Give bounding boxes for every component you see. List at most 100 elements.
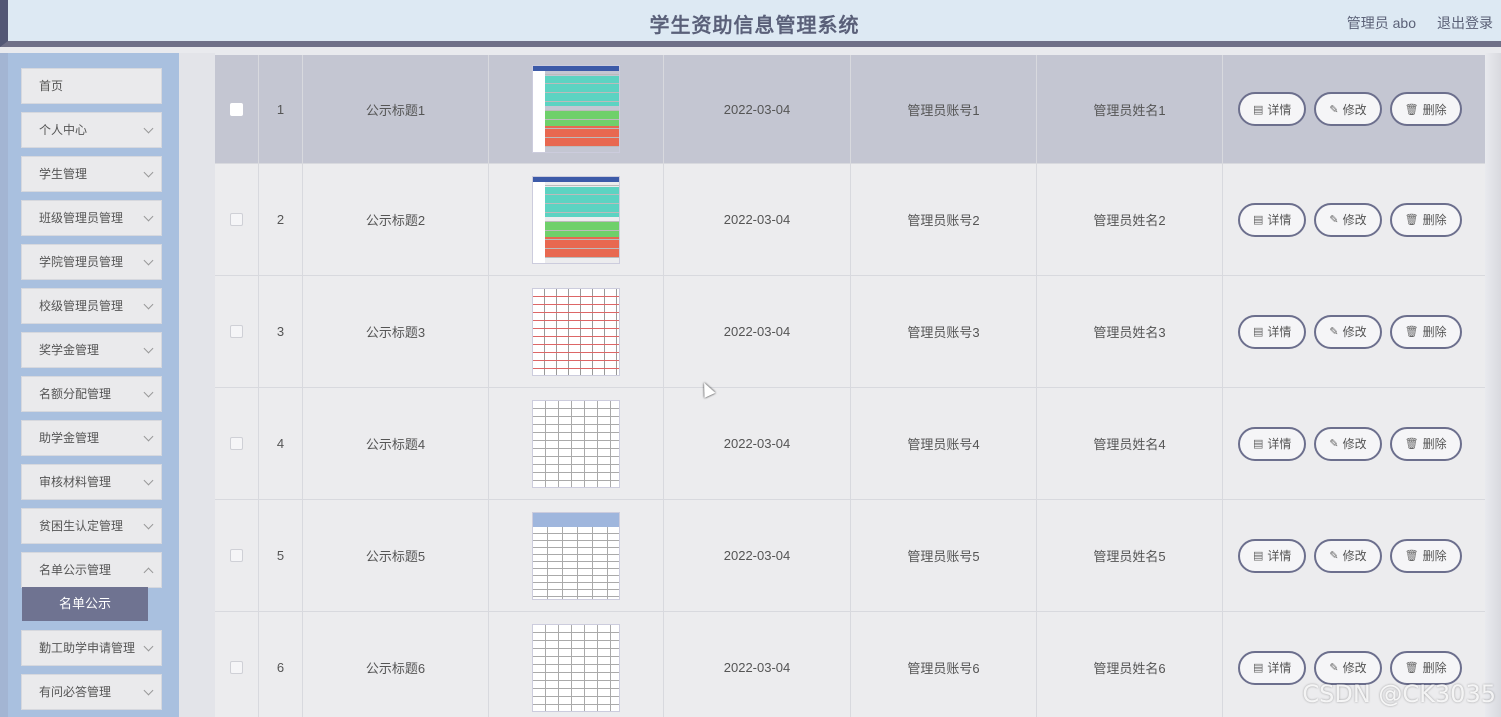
document-icon: ▤ xyxy=(1253,326,1264,338)
row-index: 3 xyxy=(259,276,303,387)
pencil-icon: ✎ xyxy=(1329,438,1339,450)
row-actions: ▤ 详情 ✎ 修改 🗑 删除 xyxy=(1223,500,1485,611)
image-cell xyxy=(489,55,664,163)
edit-button[interactable]: ✎ 修改 xyxy=(1314,538,1382,573)
edit-button[interactable]: ✎ 修改 xyxy=(1314,426,1382,461)
delete-button[interactable]: 🗑 删除 xyxy=(1389,314,1462,349)
row-date: 2022-03-04 xyxy=(664,276,851,387)
trash-icon: 🗑 xyxy=(1404,438,1419,450)
thumbnail-image[interactable] xyxy=(532,175,620,264)
sidebar-item-home[interactable]: 首页 xyxy=(21,68,162,104)
detail-button[interactable]: ▤ 详情 xyxy=(1238,650,1307,685)
logout-link[interactable]: 退出登录 xyxy=(1437,13,1493,33)
checkbox-cell xyxy=(215,164,259,275)
sidebar-subitem-public-list[interactable]: 名单公示 xyxy=(22,587,148,621)
sidebar-item-label: 勤工助学申请管理 xyxy=(39,641,136,655)
sidebar-item-public-list[interactable]: 名单公示管理 xyxy=(21,552,162,588)
delete-button[interactable]: 🗑 删除 xyxy=(1389,202,1462,237)
detail-button[interactable]: ▤ 详情 xyxy=(1238,202,1307,237)
pencil-icon: ✎ xyxy=(1329,550,1339,562)
sidebar-item-grants[interactable]: 助学金管理 xyxy=(21,420,162,456)
detail-button[interactable]: ▤ 详情 xyxy=(1238,314,1307,349)
document-icon: ▤ xyxy=(1253,438,1264,450)
sidebar-item-label: 助学金管理 xyxy=(39,431,100,445)
row-account: 管理员账号1 xyxy=(851,55,1037,163)
edit-button[interactable]: ✎ 修改 xyxy=(1314,314,1382,349)
row-checkbox[interactable] xyxy=(230,549,243,562)
delete-button[interactable]: 🗑 删除 xyxy=(1389,538,1462,573)
chevron-down-icon xyxy=(143,685,154,696)
sidebar-item-work-study[interactable]: 勤工助学申请管理 xyxy=(21,630,162,666)
delete-button[interactable]: 🗑 删除 xyxy=(1389,92,1462,126)
row-checkbox[interactable] xyxy=(230,213,243,226)
sidebar-item-profile[interactable]: 个人中心 xyxy=(21,112,162,148)
detail-button-label: 详情 xyxy=(1267,325,1292,339)
row-checkbox[interactable] xyxy=(230,661,243,674)
sidebar-item-class-admins[interactable]: 班级管理员管理 xyxy=(21,200,162,236)
detail-button[interactable]: ▤ 详情 xyxy=(1238,426,1307,461)
thumbnail-image[interactable] xyxy=(532,65,620,153)
document-icon: ▤ xyxy=(1253,550,1264,562)
trash-icon: 🗑 xyxy=(1404,326,1419,338)
table-row[interactable]: 3 公示标题3 2022-03-04 管理员账号3 管理员姓名3 ▤ 详情 ✎ 修改… xyxy=(215,276,1485,388)
row-title: 公示标题1 xyxy=(303,55,489,163)
watermark: CSDN @CK3035 xyxy=(1302,680,1496,708)
table-row[interactable]: 6 公示标题6 2022-03-04 管理员账号6 管理员姓名6 ▤ 详情 ✎ 修改… xyxy=(215,612,1485,717)
row-account: 管理员账号2 xyxy=(851,164,1037,275)
edit-button-label: 修改 xyxy=(1342,661,1367,675)
thumbnail-image[interactable] xyxy=(532,399,620,488)
sidebar-item-quota[interactable]: 名额分配管理 xyxy=(21,376,162,412)
edit-button-label: 修改 xyxy=(1342,325,1367,339)
table-row[interactable]: 1 公示标题1 2022-03-04 管理员账号1 管理员姓名1 ▤ 详情 ✎ 修改… xyxy=(215,55,1485,164)
sidebar-item-poverty-certification[interactable]: 贫困生认定管理 xyxy=(21,508,162,544)
sidebar-item-scholarships[interactable]: 奖学金管理 xyxy=(21,332,162,368)
edit-button[interactable]: ✎ 修改 xyxy=(1314,202,1382,237)
chevron-down-icon xyxy=(143,123,154,134)
detail-button[interactable]: ▤ 详情 xyxy=(1238,92,1307,126)
delete-button-label: 删除 xyxy=(1422,661,1447,675)
row-checkbox[interactable] xyxy=(230,102,243,116)
chevron-up-icon xyxy=(143,567,154,578)
delete-button[interactable]: 🗑 删除 xyxy=(1389,426,1462,461)
document-icon: ▤ xyxy=(1253,103,1264,116)
row-name: 管理员姓名5 xyxy=(1037,500,1223,611)
edit-button-label: 修改 xyxy=(1342,437,1367,451)
pencil-icon: ✎ xyxy=(1329,662,1339,674)
thumbnail-image[interactable] xyxy=(532,623,620,712)
sidebar-item-students[interactable]: 学生管理 xyxy=(21,156,162,192)
public-list-table: 1 公示标题1 2022-03-04 管理员账号1 管理员姓名1 ▤ 详情 ✎ 修改… xyxy=(215,55,1485,717)
chevron-down-icon xyxy=(143,431,154,442)
edit-button-label: 修改 xyxy=(1342,213,1367,227)
row-checkbox[interactable] xyxy=(230,325,243,338)
edit-button[interactable]: ✎ 修改 xyxy=(1314,92,1382,126)
sidebar-item-college-admins[interactable]: 学院管理员管理 xyxy=(21,244,162,280)
checkbox-cell xyxy=(215,276,259,387)
detail-button-label: 详情 xyxy=(1267,549,1292,563)
delete-button-label: 删除 xyxy=(1422,213,1447,227)
sidebar-item-label: 审核材料管理 xyxy=(39,475,112,489)
thumbnail-image[interactable] xyxy=(532,287,620,376)
row-name: 管理员姓名6 xyxy=(1037,612,1223,717)
table-row[interactable]: 5 公示标题5 2022-03-04 管理员账号5 管理员姓名5 ▤ 详情 ✎ 修改… xyxy=(215,500,1485,612)
row-date: 2022-03-04 xyxy=(664,612,851,717)
detail-button[interactable]: ▤ 详情 xyxy=(1238,538,1307,573)
edit-button-label: 修改 xyxy=(1342,102,1367,117)
sidebar-item-label: 名额分配管理 xyxy=(39,387,112,401)
table-row[interactable]: 2 公示标题2 2022-03-04 管理员账号2 管理员姓名2 ▤ 详情 ✎ 修改… xyxy=(215,164,1485,276)
row-title: 公示标题2 xyxy=(303,164,489,275)
table-row[interactable]: 4 公示标题4 2022-03-04 管理员账号4 管理员姓名4 ▤ 详情 ✎ 修改… xyxy=(215,388,1485,500)
sidebar-item-label: 校级管理员管理 xyxy=(39,299,124,313)
sidebar-item-school-admins[interactable]: 校级管理员管理 xyxy=(21,288,162,324)
sidebar-item-label: 奖学金管理 xyxy=(39,343,100,357)
row-index: 4 xyxy=(259,388,303,499)
image-cell xyxy=(489,388,664,499)
row-date: 2022-03-04 xyxy=(664,500,851,611)
chevron-down-icon xyxy=(143,299,154,310)
sidebar-item-qa[interactable]: 有问必答管理 xyxy=(21,674,162,710)
current-user: 管理员 abo xyxy=(1346,15,1416,31)
chevron-down-icon xyxy=(143,387,154,398)
thumbnail-image[interactable] xyxy=(532,511,620,600)
sidebar-item-review-materials[interactable]: 审核材料管理 xyxy=(21,464,162,500)
row-title: 公示标题6 xyxy=(303,612,489,717)
row-checkbox[interactable] xyxy=(230,437,243,450)
